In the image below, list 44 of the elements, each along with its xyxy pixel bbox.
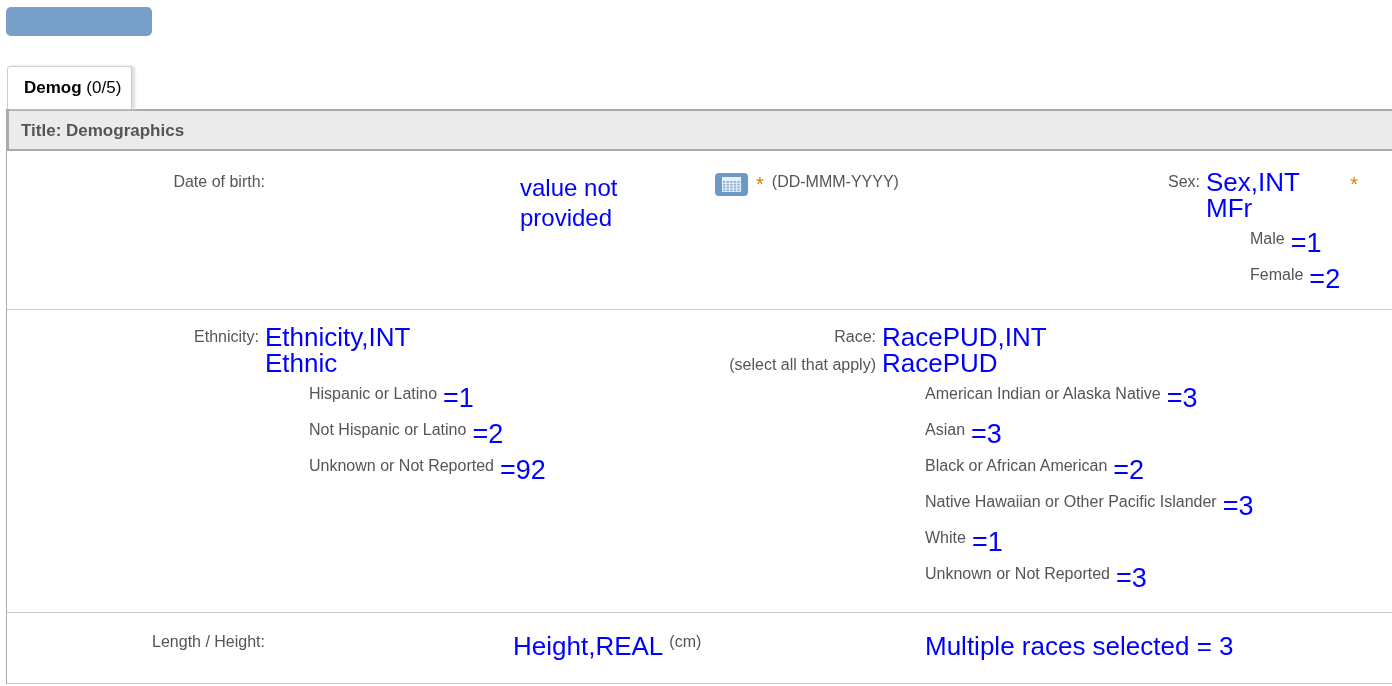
option-label: White bbox=[925, 529, 966, 548]
calendar-icon[interactable] bbox=[715, 173, 748, 196]
variable-name: RacePUD,INT bbox=[882, 324, 1048, 350]
field-hint: (select all that apply) bbox=[729, 356, 876, 374]
field-label: Date of birth: bbox=[172, 173, 265, 191]
tab[interactable]: Demog (0/5) bbox=[7, 66, 133, 109]
option-label: Native Hawaiian or Other Pacific Islander bbox=[925, 493, 1217, 512]
option-code: =3 bbox=[971, 421, 1002, 448]
option-code: =3 bbox=[1166, 385, 1198, 412]
note-text: Multiple races selected = 3 bbox=[925, 633, 1234, 659]
required-mark: * bbox=[1350, 173, 1358, 197]
field-label: Length / Height: bbox=[151, 633, 265, 651]
required-mark: * bbox=[756, 173, 764, 196]
field-label: Ethnicity: bbox=[193, 328, 259, 347]
variable-code: Ethnic bbox=[265, 350, 338, 376]
option-label: Unknown or Not Reported bbox=[925, 565, 1110, 584]
option-code: =2 bbox=[1113, 457, 1145, 484]
option-label: Not Hispanic or Latino bbox=[309, 421, 467, 440]
option-code: =3 bbox=[1116, 565, 1147, 592]
option-code: =1 bbox=[1290, 230, 1322, 257]
option-label: Black or African American bbox=[925, 457, 1108, 476]
field-value: value not provided bbox=[520, 173, 619, 233]
variable-code: RacePUD bbox=[882, 350, 998, 376]
option-code: =2 bbox=[472, 421, 504, 448]
option-label: Female bbox=[1250, 266, 1304, 285]
option-label: Male bbox=[1250, 230, 1285, 249]
option-label: American Indian or Alaska Native bbox=[925, 385, 1161, 404]
option-label: Asian bbox=[925, 421, 966, 440]
unit-label: (cm) bbox=[669, 633, 702, 651]
variable-code: MFr bbox=[1206, 195, 1253, 221]
option-code: =92 bbox=[500, 457, 546, 484]
date-format-hint: (DD-MMM-YYYY) bbox=[771, 173, 899, 191]
option-label: Unknown or Not Reported bbox=[309, 457, 494, 476]
variable-name: Ethnicity,INT bbox=[265, 324, 412, 350]
variable-name: Sex,INT bbox=[1206, 169, 1301, 195]
variable-name: Height,REAL bbox=[513, 633, 664, 659]
field-label: Race: bbox=[834, 328, 876, 346]
option-code: =3 bbox=[1222, 493, 1254, 520]
section-title: Title: Demographics bbox=[7, 109, 1392, 151]
field-label: Sex: bbox=[1167, 173, 1200, 192]
option-code: =1 bbox=[971, 529, 1003, 556]
option-label: Hispanic or Latino bbox=[309, 385, 438, 404]
option-code: =2 bbox=[1309, 266, 1341, 293]
option-code: =1 bbox=[443, 385, 474, 412]
